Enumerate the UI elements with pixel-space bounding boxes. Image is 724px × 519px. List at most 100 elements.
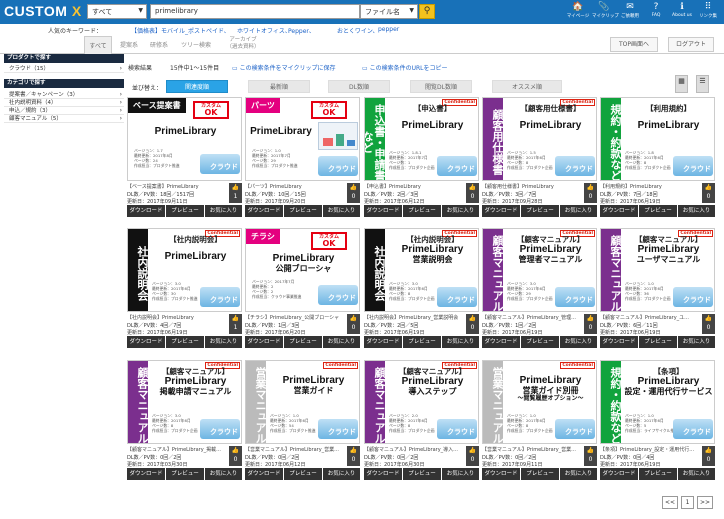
keyword-link[interactable]: pepper: [378, 26, 399, 33]
sidebar-item-manual[interactable]: 顧客マニュアル（5） ›: [4, 115, 124, 123]
like-button[interactable]: 👍 0: [347, 183, 360, 203]
document-name[interactable]: 【利用規約】PrimeLibrary: [600, 183, 700, 190]
preview-button[interactable]: プレビュー: [284, 205, 322, 217]
preview-button[interactable]: プレビュー: [521, 336, 559, 348]
download-button[interactable]: ダウンロード: [600, 336, 638, 348]
favorite-button[interactable]: お気に入り: [323, 205, 360, 217]
preview-button[interactable]: プレビュー: [166, 336, 204, 348]
favorite-button[interactable]: お気に入り: [205, 468, 242, 480]
document-name[interactable]: 【条項】PrimeLibrary_設定・運用代行...: [600, 446, 700, 453]
document-thumbnail[interactable]: 規約・約款など 【利用規約】 PrimeLibrary バージョン：1.8 最終更新：2…: [600, 97, 715, 181]
download-button[interactable]: ダウンロード: [482, 336, 520, 348]
preview-button[interactable]: プレビュー: [166, 468, 204, 480]
pager-page-1[interactable]: 1: [681, 496, 694, 509]
download-button[interactable]: ダウンロード: [364, 468, 402, 480]
download-button[interactable]: ダウンロード: [127, 468, 165, 480]
sidebar-item-cloud[interactable]: クラウド（15） ›: [4, 65, 124, 73]
top-page-button[interactable]: TOP画面へ: [610, 37, 658, 52]
search-button[interactable]: ⚲: [419, 4, 435, 19]
like-button[interactable]: 👍 0: [466, 446, 479, 466]
like-button[interactable]: 👍 0: [229, 446, 242, 466]
logout-button[interactable]: ログアウト: [668, 37, 714, 52]
like-button[interactable]: 👍 0: [466, 183, 479, 203]
preview-button[interactable]: プレビュー: [284, 468, 322, 480]
document-thumbnail[interactable]: 顧客マニュアル Confidential 【顧客マニュアル】 PrimeLibrary…: [600, 228, 715, 312]
mypage-link[interactable]: 🏠 マイページ: [566, 2, 590, 23]
document-thumbnail[interactable]: ベース提案書 カスタム OK PrimeLibrary バージョン：1.7 最終更新：20…: [127, 97, 242, 181]
document-name[interactable]: 【顧客用仕様書】PrimeLibrary: [482, 183, 582, 190]
file-type-select[interactable]: ファイル名 ▼: [360, 4, 418, 19]
document-name[interactable]: 【申込書】PrimeLibrary: [364, 183, 464, 190]
sidebar-item-application[interactable]: 申込／規約（3） ›: [4, 107, 124, 115]
download-button[interactable]: ダウンロード: [364, 336, 402, 348]
links-link[interactable]: ⠿ リンク集: [696, 2, 720, 23]
like-button[interactable]: 👍 0: [584, 314, 597, 334]
preview-button[interactable]: プレビュー: [521, 468, 559, 480]
favorite-button[interactable]: お気に入り: [678, 205, 715, 217]
document-thumbnail[interactable]: 社内説明会 Confidential 【社内説明会】 PrimeLibrary 営業説明…: [364, 228, 479, 312]
document-thumbnail[interactable]: 顧客用仕様書 Confidential 【顧客用仕様書】 PrimeLibrary バー…: [482, 97, 597, 181]
download-button[interactable]: ダウンロード: [245, 468, 283, 480]
tab-all[interactable]: すべて: [84, 36, 112, 54]
sidebar-item-internal[interactable]: 社内説明資料（4） ›: [4, 99, 124, 107]
like-button[interactable]: 👍 1: [229, 314, 242, 334]
like-button[interactable]: 👍 0: [584, 183, 597, 203]
document-name[interactable]: 【パーツ】PrimeLibrary: [245, 183, 345, 190]
document-name[interactable]: 【ベース提案書】PrimeLibrary: [127, 183, 227, 190]
document-thumbnail[interactable]: 営業マニュアル Confidential PrimeLibrary 営業ガイド バージョ…: [245, 360, 360, 444]
favorite-button[interactable]: お気に入り: [205, 205, 242, 217]
logo[interactable]: CUSTOM X: [4, 3, 82, 19]
favorite-button[interactable]: お気に入り: [678, 336, 715, 348]
keyword-link[interactable]: ホワイトオフィス、: [237, 26, 291, 35]
download-button[interactable]: ダウンロード: [482, 205, 520, 217]
document-name[interactable]: 【顧客マニュアル】PrimeLibrary_掲載...: [127, 446, 227, 453]
favorite-button[interactable]: お気に入り: [560, 336, 597, 348]
preview-button[interactable]: プレビュー: [403, 336, 441, 348]
like-button[interactable]: 👍 0: [466, 314, 479, 334]
favorite-button[interactable]: お気に入り: [442, 468, 479, 480]
request-link[interactable]: ✉ ご依頼用: [618, 2, 642, 23]
save-search-link[interactable]: ▭ この検索条件をマイクリップに保存: [232, 63, 335, 72]
like-button[interactable]: 👍 0: [702, 314, 715, 334]
keyword-link[interactable]: Pepper、: [288, 26, 315, 35]
download-button[interactable]: ダウンロード: [600, 468, 638, 480]
category-select[interactable]: すべて ▼: [87, 4, 147, 19]
sort-view-downloads[interactable]: 閲覧DL数順: [410, 80, 472, 93]
pager-last[interactable]: >>: [697, 496, 713, 509]
preview-button[interactable]: プレビュー: [166, 205, 204, 217]
preview-button[interactable]: プレビュー: [521, 205, 559, 217]
document-thumbnail[interactable]: 営業マニュアル Confidential PrimeLibrary 営業ガイド別冊 ～閲…: [482, 360, 597, 444]
tab-tree-search[interactable]: ツリー検索: [174, 36, 218, 54]
download-button[interactable]: ダウンロード: [245, 336, 283, 348]
tab-archive[interactable]: アーカイブ （過去資料）: [222, 36, 264, 54]
favorite-button[interactable]: お気に入り: [323, 468, 360, 480]
like-button[interactable]: 👍 0: [702, 446, 715, 466]
download-button[interactable]: ダウンロード: [600, 205, 638, 217]
like-button[interactable]: 👍 0: [347, 314, 360, 334]
faq-link[interactable]: ? FAQ: [644, 2, 668, 23]
document-name[interactable]: 【顧客マニュアル】PrimeLibrary_管理...: [482, 314, 582, 321]
like-button[interactable]: 👍 0: [347, 446, 360, 466]
preview-button[interactable]: プレビュー: [403, 205, 441, 217]
document-name[interactable]: 【社内説明会】PrimeLibrary_営業説明会: [364, 314, 464, 321]
document-name[interactable]: 【社内説明会】PrimeLibrary: [127, 314, 227, 321]
favorite-button[interactable]: お気に入り: [442, 205, 479, 217]
download-button[interactable]: ダウンロード: [127, 336, 165, 348]
search-input[interactable]: primelibrary: [150, 4, 360, 19]
favorite-button[interactable]: お気に入り: [678, 468, 715, 480]
like-button[interactable]: 👍 1: [229, 183, 242, 203]
favorite-button[interactable]: お気に入り: [560, 468, 597, 480]
preview-button[interactable]: プレビュー: [639, 205, 677, 217]
download-button[interactable]: ダウンロード: [482, 468, 520, 480]
document-name[interactable]: 【顧客マニュアル】PrimeLibrary_導入...: [364, 446, 464, 453]
favorite-button[interactable]: お気に入り: [205, 336, 242, 348]
document-thumbnail[interactable]: 顧客マニュアル Confidential 【顧客マニュアル】 PrimeLibrary…: [482, 228, 597, 312]
preview-button[interactable]: プレビュー: [639, 468, 677, 480]
preview-button[interactable]: プレビュー: [284, 336, 322, 348]
document-thumbnail[interactable]: チラシ カスタム OK PrimeLibrary 公開ブローシャ バージョン：2017年7…: [245, 228, 360, 312]
document-name[interactable]: 【顧客マニュアル】PrimeLibrary_ユ...: [600, 314, 700, 321]
like-button[interactable]: 👍 0: [702, 183, 715, 203]
document-name[interactable]: 【チラシ】PrimeLibrary_公開ブローシャ: [245, 314, 345, 321]
sort-downloads[interactable]: DL数順: [328, 80, 390, 93]
preview-button[interactable]: プレビュー: [639, 336, 677, 348]
